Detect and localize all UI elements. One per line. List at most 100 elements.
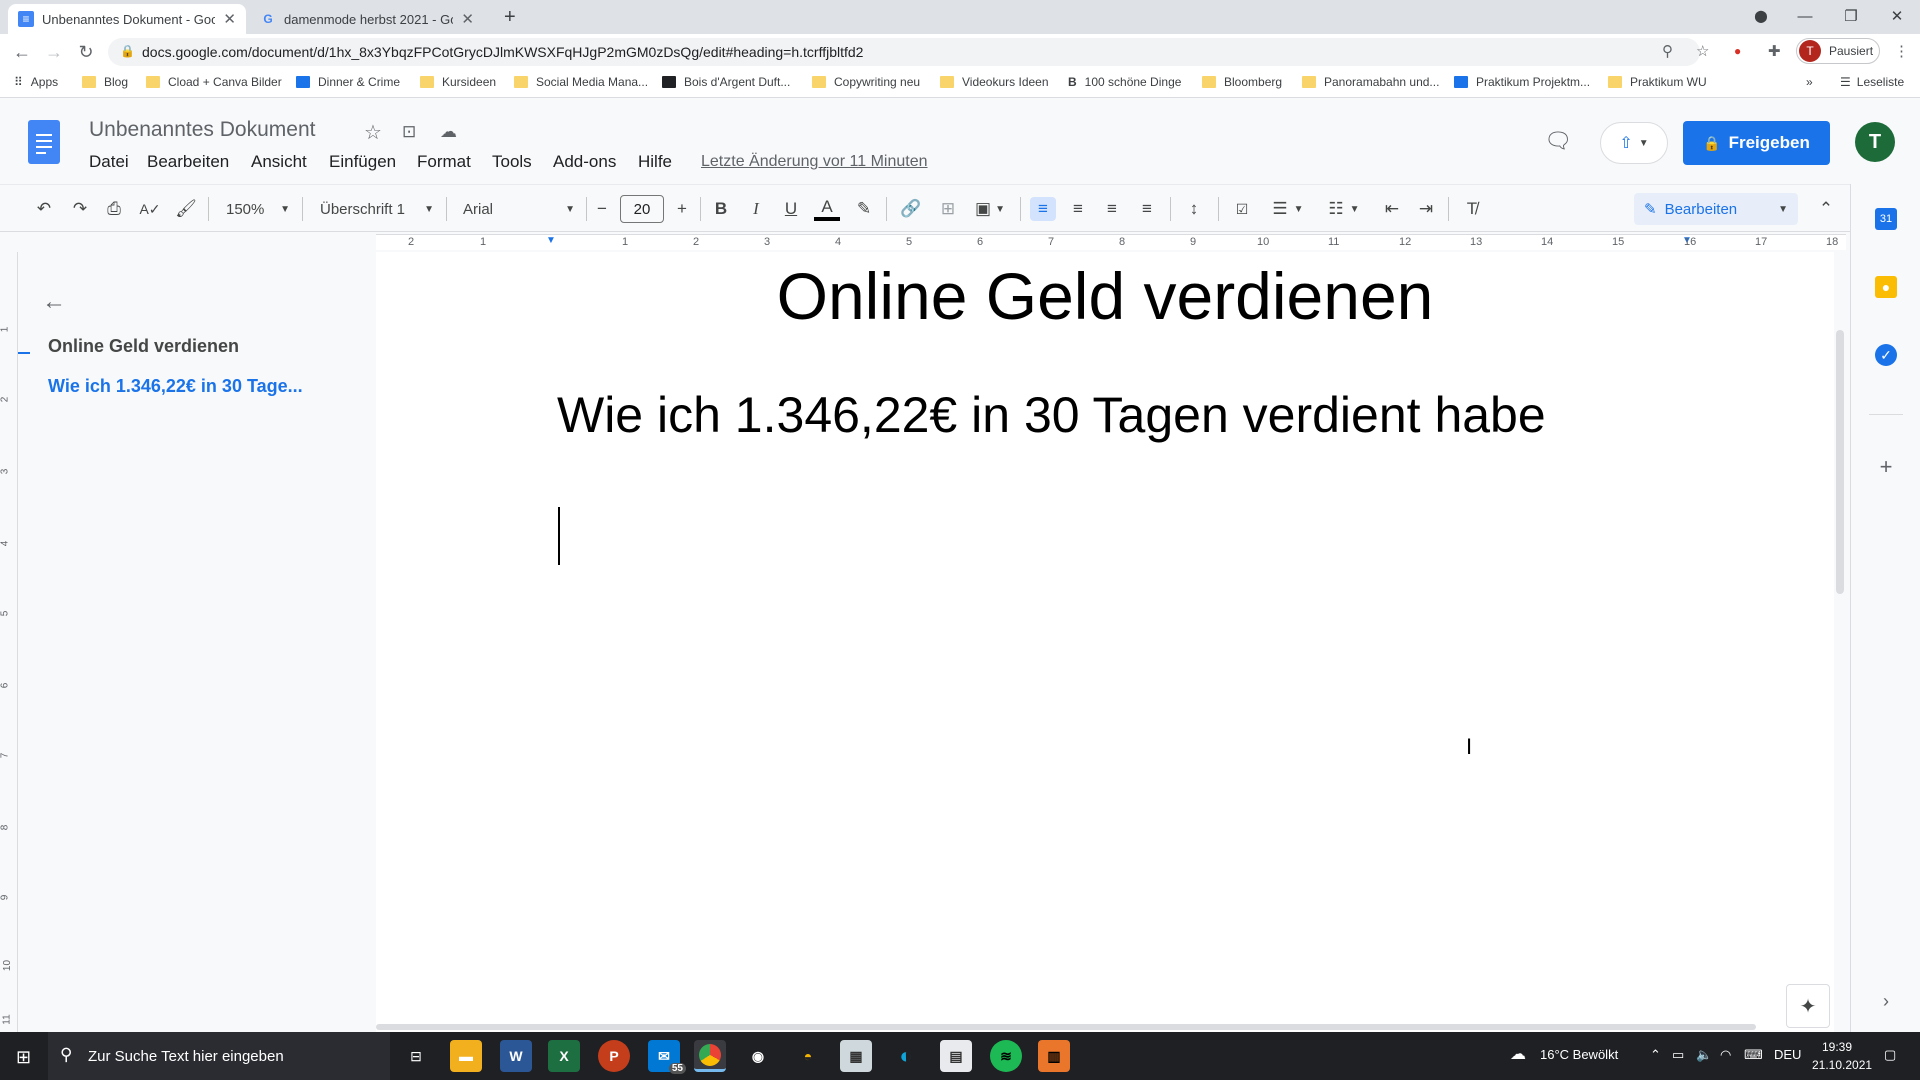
redo-icon[interactable]: ↷: [68, 197, 92, 221]
text-color-icon[interactable]: A: [814, 197, 840, 221]
reading-list-button[interactable]: ☰ Leseliste: [1840, 75, 1904, 89]
insert-link-icon[interactable]: 🔗: [898, 197, 924, 221]
menu-bearbeiten[interactable]: Bearbeiten: [147, 152, 229, 172]
menu-einfuegen[interactable]: Einfügen: [329, 152, 396, 172]
move-folder-icon[interactable]: ⊡: [402, 122, 416, 142]
browser-menu-icon[interactable]: ⋮: [1894, 42, 1909, 60]
weather-icon[interactable]: ☁: [1510, 1044, 1526, 1064]
menu-hilfe[interactable]: Hilfe: [638, 152, 672, 172]
bookmark-item[interactable]: Dinner & Crime: [296, 75, 400, 89]
clock-time[interactable]: 19:39: [1822, 1040, 1852, 1054]
reload-icon[interactable]: ↻: [74, 41, 98, 63]
zoom-select[interactable]: 150% ▼: [226, 197, 290, 221]
tray-expand-icon[interactable]: ⌃: [1650, 1047, 1661, 1063]
outline-item-active[interactable]: Wie ich 1.346,22€ in 30 Tage...: [48, 376, 303, 397]
bookmark-item[interactable]: Praktikum Projektm...: [1454, 75, 1590, 89]
tab-search[interactable]: G damenmode herbst 2021 - Goog ✕: [250, 4, 484, 34]
share-button[interactable]: 🔒 Freigeben: [1683, 121, 1830, 165]
app-icon[interactable]: ▦: [840, 1040, 872, 1072]
decrease-indent-icon[interactable]: ⇤: [1380, 197, 1404, 221]
notepad-icon[interactable]: ▤: [940, 1040, 972, 1072]
add-addon-icon[interactable]: +: [1875, 454, 1897, 479]
document-page[interactable]: Online Geld verdienen Wie ich 1.346,22€ …: [376, 252, 1834, 1032]
weather-text[interactable]: 16°C Bewölkt: [1540, 1047, 1618, 1062]
editing-mode-select[interactable]: ✎ Bearbeiten ▼: [1634, 193, 1798, 225]
edge-icon[interactable]: ◐: [890, 1040, 922, 1072]
back-icon[interactable]: ←: [10, 41, 34, 63]
bookmark-item[interactable]: Videokurs Ideen: [940, 75, 1049, 89]
numbered-list-icon[interactable]: ☷ ▼: [1322, 197, 1366, 221]
docs-logo-icon[interactable]: [28, 120, 60, 164]
bookmark-item[interactable]: Kursideen: [420, 75, 496, 89]
last-edit-link[interactable]: Letzte Änderung vor 11 Minuten: [701, 153, 928, 171]
add-comment-icon[interactable]: ⊞: [936, 197, 960, 221]
bookmark-item[interactable]: Social Media Mana...: [514, 75, 648, 89]
powerpoint-icon[interactable]: P: [598, 1040, 630, 1072]
increase-font-size-icon[interactable]: +: [672, 197, 692, 221]
paint-format-icon[interactable]: 🖌: [174, 197, 198, 221]
align-justify-icon[interactable]: ≡: [1135, 197, 1159, 221]
minimize-icon[interactable]: —: [1782, 0, 1828, 32]
app-icon[interactable]: ◓: [792, 1040, 824, 1072]
font-size-input[interactable]: 20: [620, 195, 664, 223]
mail-icon[interactable]: ✉ 55: [648, 1040, 686, 1074]
align-left-icon[interactable]: ≡: [1030, 197, 1056, 221]
wifi-icon[interactable]: ◠: [1720, 1047, 1731, 1063]
bookmark-item[interactable]: Bois d'Argent Duft...: [662, 75, 790, 89]
underline-icon[interactable]: U: [780, 197, 802, 221]
keyboard-icon[interactable]: ⌨: [1744, 1047, 1763, 1063]
align-right-icon[interactable]: ≡: [1100, 197, 1124, 221]
word-icon[interactable]: W: [500, 1040, 532, 1072]
present-button[interactable]: ⇧ ▼: [1600, 122, 1668, 164]
show-side-panel-icon[interactable]: ›: [1875, 990, 1897, 1012]
outline-item[interactable]: Online Geld verdienen: [48, 336, 239, 357]
profile-button[interactable]: T Pausiert: [1796, 38, 1880, 64]
extensions-icon[interactable]: ✚: [1768, 42, 1781, 60]
document-title[interactable]: Unbenanntes Dokument: [89, 118, 315, 142]
align-center-icon[interactable]: ≡: [1066, 197, 1090, 221]
menu-add-ons[interactable]: Add-ons: [553, 152, 616, 172]
italic-icon[interactable]: I: [745, 197, 767, 221]
indent-marker[interactable]: ▼: [546, 235, 556, 246]
restore-icon[interactable]: ❐: [1828, 0, 1874, 32]
language-indicator[interactable]: DEU: [1774, 1047, 1801, 1062]
heading-subtitle[interactable]: Wie ich 1.346,22€ in 30 Tagen verdient h…: [557, 386, 1546, 444]
notifications-icon[interactable]: ▢: [1884, 1047, 1896, 1063]
bold-icon[interactable]: B: [710, 197, 732, 221]
obs-icon[interactable]: ◉: [742, 1040, 774, 1072]
meet-icon[interactable]: ▭: [1672, 1047, 1684, 1063]
close-icon[interactable]: ✕: [223, 10, 236, 28]
bookmark-item[interactable]: Praktikum WU: [1608, 75, 1707, 89]
bulleted-list-icon[interactable]: ☰ ▼: [1266, 197, 1310, 221]
volume-icon[interactable]: 🔈: [1696, 1047, 1712, 1063]
bookmark-apps[interactable]: ⠿ Apps: [14, 75, 58, 89]
app-icon[interactable]: ▥: [1038, 1040, 1070, 1072]
comments-icon[interactable]: 🗨: [1544, 128, 1572, 154]
spotify-icon[interactable]: ≋: [990, 1040, 1022, 1072]
close-icon[interactable]: ✕: [461, 10, 474, 28]
tab-search-icon[interactable]: ⬤: [1738, 0, 1784, 32]
vertical-scrollbar[interactable]: [1836, 330, 1844, 594]
calendar-icon[interactable]: 31: [1875, 208, 1897, 230]
back-arrow-icon[interactable]: ←: [42, 288, 66, 316]
bookmark-star-icon[interactable]: ☆: [1696, 42, 1709, 60]
collapse-menus-icon[interactable]: ⌃: [1814, 197, 1838, 221]
bookmark-item[interactable]: Bloomberg: [1202, 75, 1282, 89]
highlight-icon[interactable]: ✎: [852, 197, 876, 221]
window-close-icon[interactable]: ✕: [1874, 0, 1920, 32]
font-select[interactable]: Arial ▼: [463, 197, 575, 221]
excel-icon[interactable]: X: [548, 1040, 580, 1072]
chrome-icon[interactable]: [694, 1040, 726, 1072]
spellcheck-icon[interactable]: A✓: [138, 197, 162, 221]
checklist-icon[interactable]: ☑: [1230, 197, 1254, 221]
account-avatar[interactable]: T: [1855, 122, 1895, 162]
more-bookmarks-button[interactable]: »: [1806, 75, 1813, 89]
bookmark-item[interactable]: Panoramabahn und...: [1302, 75, 1439, 89]
explore-icon[interactable]: ✦: [1786, 984, 1830, 1028]
bookmark-item[interactable]: Cload + Canva Bilder: [146, 75, 282, 89]
keep-icon[interactable]: ●: [1875, 276, 1897, 298]
tab-docs[interactable]: ≡ Unbenanntes Dokument - Goog ✕: [8, 4, 246, 34]
menu-datei[interactable]: Datei: [89, 152, 129, 172]
line-spacing-icon[interactable]: ↕: [1182, 197, 1206, 221]
windows-start-icon[interactable]: ⊞: [16, 1047, 31, 1068]
